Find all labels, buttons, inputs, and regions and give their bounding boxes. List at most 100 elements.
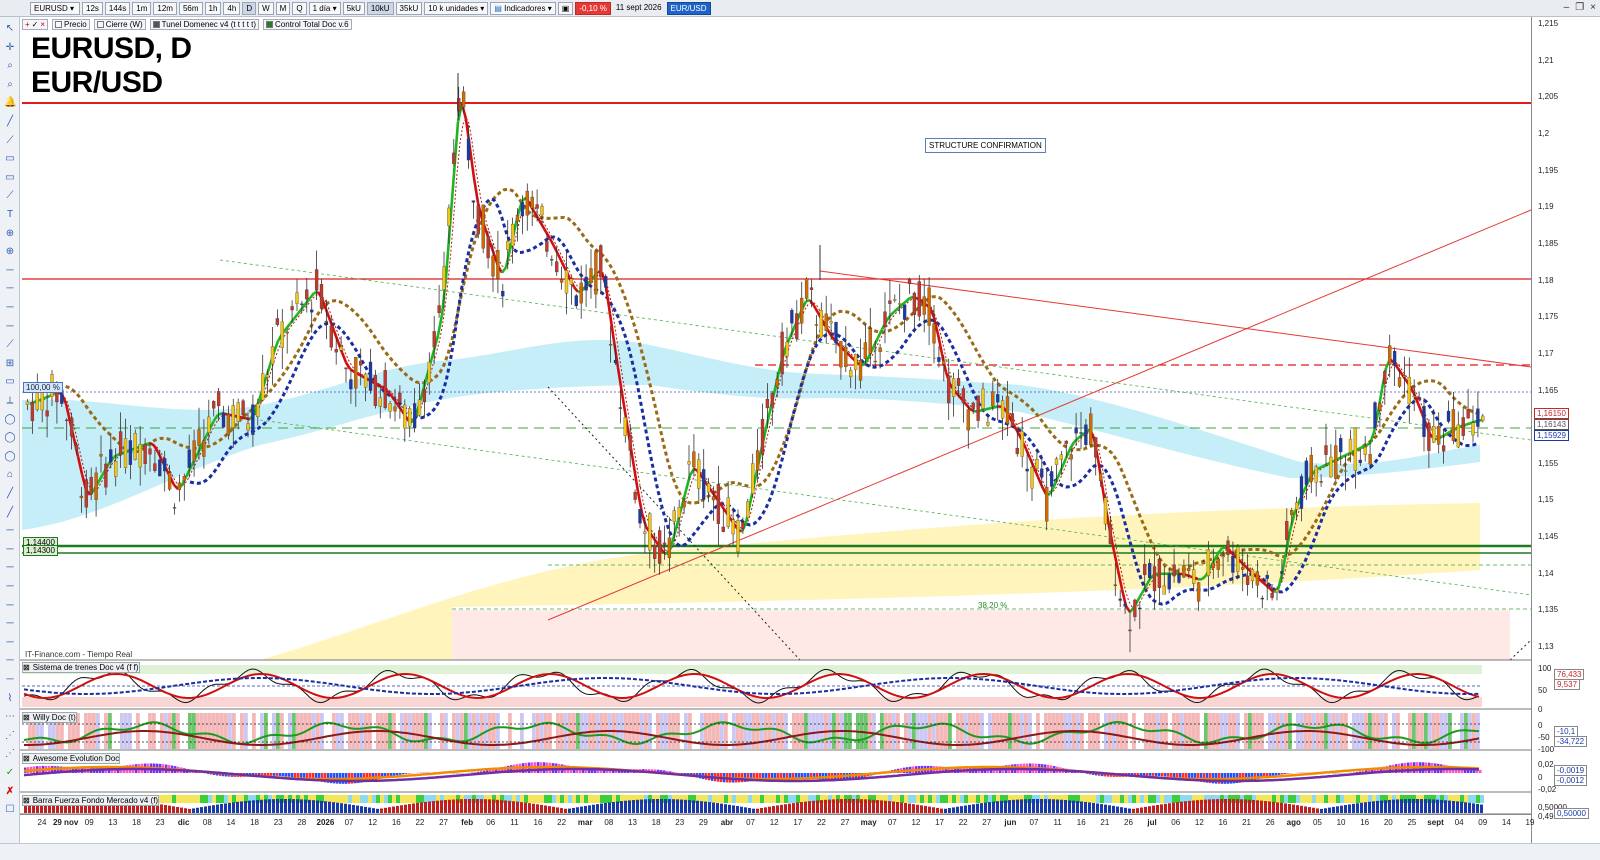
fuerza-bar [1420,799,1423,813]
fuerza-bar-top [612,795,616,803]
willy-bar [548,713,552,749]
candle-body [1461,417,1465,436]
fuerza-bar [288,799,291,813]
time-tick: 26 [1124,818,1133,827]
price-axis[interactable]: 1,215 1,21 1,205 1,2 1,195 1,19 1,185 1,18 1,175… [1531,17,1600,843]
fuerza-bar [700,801,703,813]
fuerza-bar [1380,800,1383,813]
candle-body [1079,432,1083,434]
fuerza-bar [960,806,963,813]
time-tick: 12 [1194,818,1204,827]
price-chart[interactable] [0,0,1600,860]
willy-bar [896,713,900,749]
time-tick: 07 [344,818,354,827]
panel-header-trenes[interactable]: ⊠ Sistema de trenes Doc v4 (f f) [22,662,140,673]
willy-bar [1100,713,1104,749]
fuerza-bar [1296,805,1299,813]
time-tick: 19 [1525,818,1535,827]
time-tick: mar [577,818,593,827]
time-tick: 08 [604,818,614,827]
fuerza-bar [316,800,319,813]
candle-body [1466,408,1470,419]
fuerza-bar [312,800,315,813]
willy-bar [680,713,684,749]
fuerza-bar-top [1320,795,1324,803]
panel-close-icon[interactable]: ⊠ [23,796,30,805]
fuerza-bar-top [924,795,928,803]
awesome-bar [282,773,285,777]
fuerza-bar-top [776,795,780,803]
fuerza-bar [840,799,843,813]
fuerza-bar [1088,802,1091,813]
structure-confirmation-label[interactable]: STRUCTURE CONFIRMATION [925,138,1046,153]
panel-close-icon[interactable]: ⊠ [23,754,30,763]
willy-bar [1136,713,1140,749]
price-tick: 1,195 [1538,165,1559,175]
fuerza-bar [744,807,747,813]
candle-body [1226,540,1230,555]
candle-body [481,204,485,249]
candle-body [1020,431,1024,457]
fuerza-bar-top [736,795,740,803]
willy-bar [576,713,580,749]
fuerza-bar-top [984,795,988,803]
willy-bar [104,713,108,749]
fuerza-bar-top [728,795,732,803]
ema-segment [1032,467,1040,478]
candle-body [608,344,613,346]
awesome-bar [795,773,798,778]
candle-body [1334,445,1338,479]
candle-body [461,91,466,108]
fuerza-bar [1428,799,1431,813]
fuerza-bar [1136,808,1139,813]
fuerza-bar-top [176,795,180,803]
fuerza-bar [324,801,327,813]
willy-bar [1276,713,1280,749]
fuerza-bar-top [1176,795,1180,803]
candle-body [618,407,623,409]
fuerza-bar [588,805,591,813]
fuerza-bar [296,799,299,813]
fuerza-bar-top [896,795,900,803]
candle-body [1221,555,1225,558]
fuerza-bar [480,799,483,813]
candle-body [858,360,863,381]
panel-close-icon[interactable]: ⊠ [23,663,30,672]
panel-value-tag: 9,537 [1554,679,1581,690]
time-tick: 29 nov [52,818,79,827]
panel-header-awesome[interactable]: ⊠ Awesome Evolution Doc [22,753,121,764]
fuerza-bar [420,802,423,813]
panel-close-icon[interactable]: ⊠ [23,713,30,722]
fuerza-bar [764,807,767,813]
willy-bar [1188,713,1192,749]
awesome-bar [1167,773,1170,777]
panel-header-barra[interactable]: ⊠ Barra Fuerza Fondo Mercado v4 (f) [22,795,160,806]
fuerza-bar-top [1308,795,1312,803]
fuerza-bar-top [396,795,400,803]
fuerza-bar [176,806,179,813]
fuerza-bar [388,807,391,813]
fuerza-bar [188,808,191,813]
candle-body [466,138,471,161]
fuerza-bar-top [348,795,352,803]
fuerza-bar [556,807,559,813]
time-tick: 27 [840,818,850,827]
time-tick: 14 [226,818,236,827]
candle-body [1437,426,1441,445]
ema-segment [1024,448,1032,459]
fuerza-bar [1244,799,1247,813]
panel-header-willy[interactable]: ⊠ Willy Doc (t) [22,712,77,723]
fuerza-bar [244,801,247,813]
time-tick: 04 [1454,818,1464,827]
fuerza-bar [768,806,771,813]
willy-bar [664,713,668,749]
panel-value-tag: -34,722 [1554,736,1588,747]
awesome-bar [267,773,270,776]
willy-bar [260,713,264,749]
willy-bar [1364,713,1368,749]
fuerza-bar [1184,801,1187,813]
ema-segment [640,512,648,528]
fuerza-bar [1148,806,1151,813]
fuerza-bar-top [412,795,416,803]
time-axis[interactable]: 24 29 nov 09 13 18 23 dic 08 14 18 23 28 2026 07 12 16 2… [20,814,1534,843]
